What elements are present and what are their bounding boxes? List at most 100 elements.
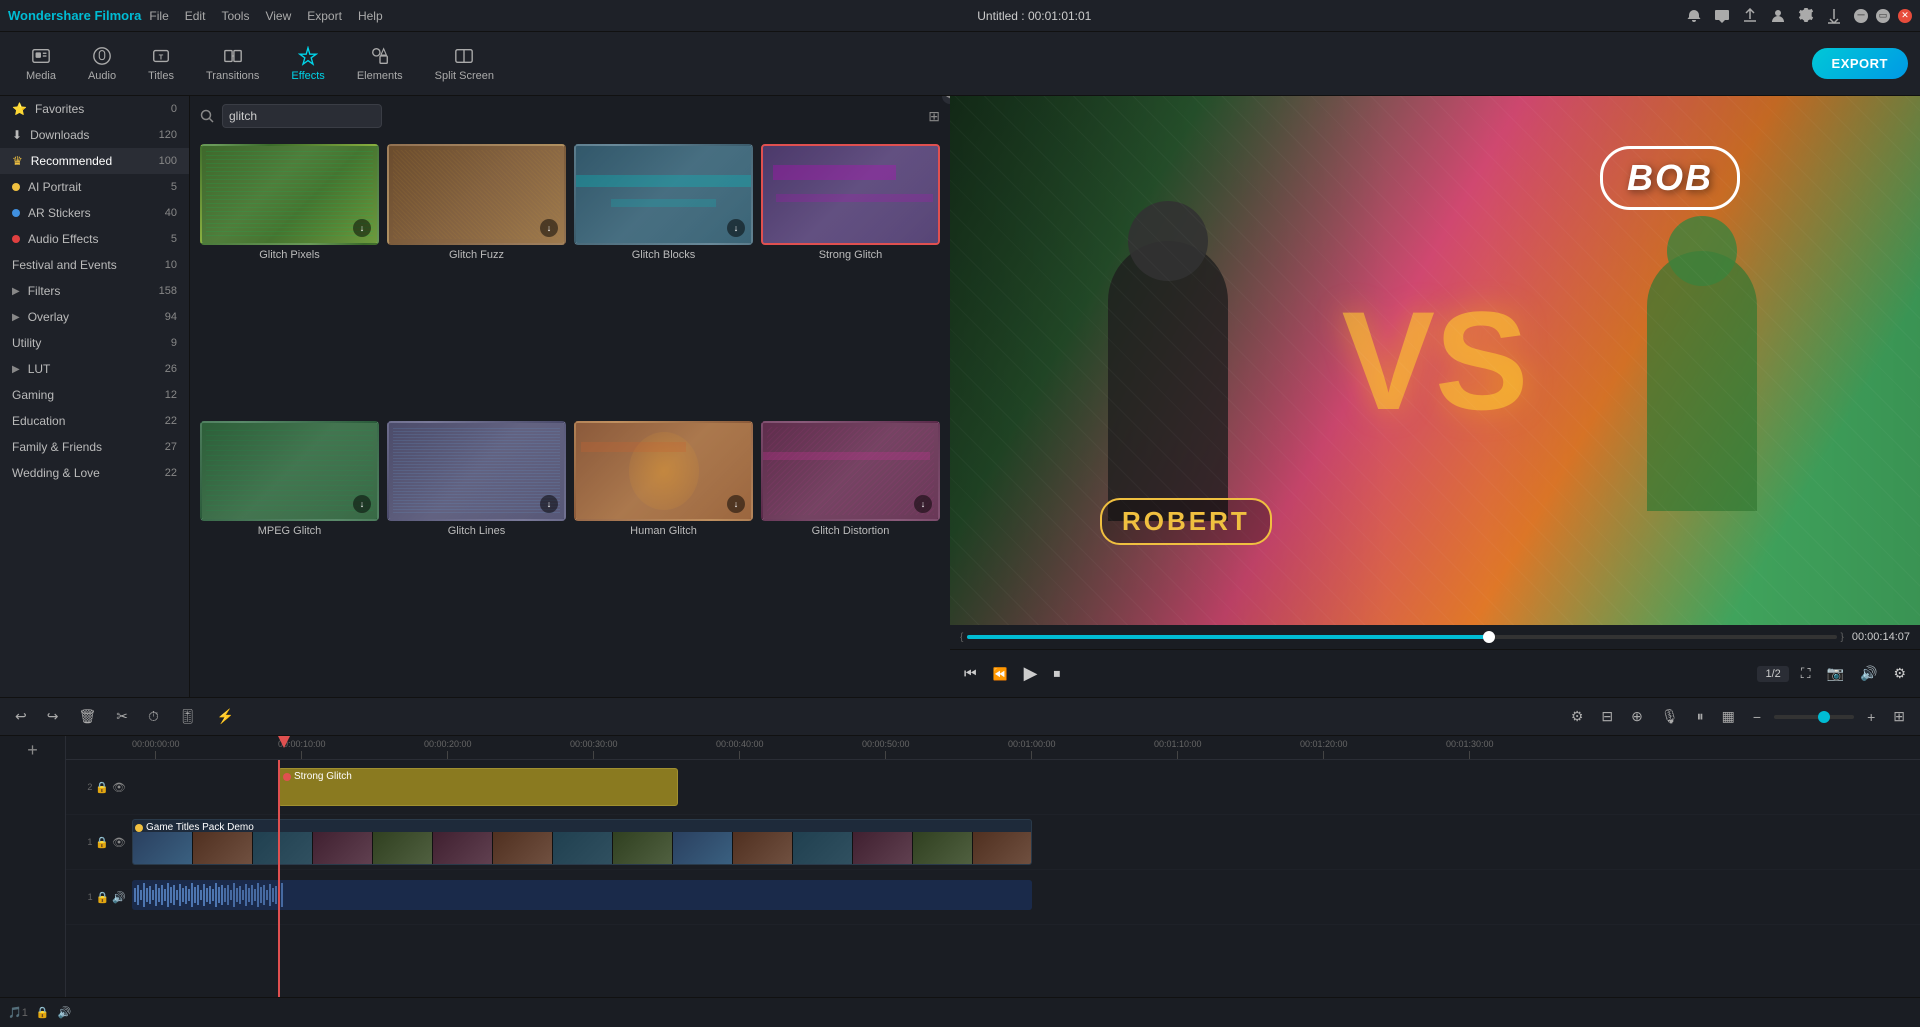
favorites-count: 0 <box>171 103 177 115</box>
tool-split-screen[interactable]: Split Screen <box>421 42 508 86</box>
preview-progress-section: { } 00:00:14:07 <box>950 625 1920 649</box>
play-button[interactable]: ▶ <box>1020 659 1042 688</box>
effect-mpeg-glitch[interactable]: ↓ MPEG Glitch <box>200 421 379 690</box>
record-button[interactable]: ⊕ <box>1626 705 1648 728</box>
preview-bob-text: BOB <box>1600 146 1740 210</box>
audio-tune-button[interactable]: 🎚 <box>174 705 202 728</box>
tool-titles[interactable]: T Titles <box>134 42 188 86</box>
tool-media[interactable]: Media <box>12 42 70 86</box>
volume-button[interactable]: 🔊 <box>1856 661 1881 686</box>
screenshot-button[interactable]: 📷 <box>1823 661 1848 686</box>
download-icon2[interactable] <box>1826 8 1842 24</box>
effect-glitch-pixels[interactable]: ↓ Glitch Pixels <box>200 144 379 413</box>
menu-export[interactable]: Export <box>307 9 342 23</box>
sidebar-item-recommended[interactable]: ♛ Recommended 100 <box>0 148 189 174</box>
cut-button[interactable]: ✂ <box>111 705 133 728</box>
timeline-settings-button[interactable]: ⚙ <box>1566 705 1589 728</box>
menu-edit[interactable]: Edit <box>185 9 206 23</box>
gaming-count: 12 <box>165 389 177 401</box>
effect-glitch-distortion[interactable]: ↓ Glitch Distortion <box>761 421 940 690</box>
sidebar-item-lut[interactable]: ▶ LUT 26 <box>0 356 189 382</box>
sidebar-item-downloads[interactable]: ⬇ Downloads 120 <box>0 122 189 148</box>
settings-icon[interactable] <box>1798 8 1814 24</box>
redo-button[interactable]: ↪ <box>42 705 64 728</box>
track-1-eye[interactable]: 👁 <box>112 836 126 849</box>
sidebar-item-audio-effects[interactable]: Audio Effects 5 <box>0 226 189 252</box>
close-button[interactable]: ✕ <box>1898 9 1912 23</box>
audio-effects-count: 5 <box>171 233 177 245</box>
menu-help[interactable]: Help <box>358 9 383 23</box>
strong-glitch-clip[interactable]: Strong Glitch <box>278 768 678 806</box>
menu-file[interactable]: File <box>149 9 168 23</box>
page-indicator[interactable]: 1/2 <box>1757 666 1788 682</box>
effect-glitch-lines[interactable]: ↓ Glitch Lines <box>387 421 566 690</box>
grid-toggle-button[interactable]: ⊞ <box>928 108 940 125</box>
sidebar-item-family-friends[interactable]: Family & Friends 27 <box>0 434 189 460</box>
zoom-in-button[interactable]: + <box>1862 706 1880 728</box>
clip-split-button[interactable]: ⊟ <box>1596 705 1618 728</box>
audio-clip[interactable] <box>132 880 1032 910</box>
add-track-button[interactable]: + <box>27 740 38 761</box>
fit-timeline-button[interactable]: ⊞ <box>1888 705 1910 728</box>
filters-label: Filters <box>28 284 61 298</box>
tool-elements[interactable]: Elements <box>343 42 417 86</box>
sidebar-item-overlay[interactable]: ▶ Overlay 94 <box>0 304 189 330</box>
track-1-lock[interactable]: 🔒 <box>95 836 109 849</box>
undo-button[interactable]: ↩ <box>10 705 32 728</box>
search-input[interactable] <box>222 104 382 128</box>
progress-bar[interactable] <box>967 635 1836 639</box>
track-2-lock[interactable]: 🔒 <box>95 781 109 794</box>
skip-back-button[interactable]: ⏮ <box>960 661 981 686</box>
menu-tools[interactable]: Tools <box>221 9 249 23</box>
game-titles-clip[interactable]: Game Titles Pack Demo <box>132 819 1032 865</box>
zoom-out-button[interactable]: − <box>1748 706 1766 728</box>
sidebar-item-ai-portrait[interactable]: AI Portrait 5 <box>0 174 189 200</box>
frame-back-button[interactable]: ⏪ <box>989 663 1012 685</box>
sidebar-item-education[interactable]: Education 22 <box>0 408 189 434</box>
tool-transitions[interactable]: Transitions <box>192 42 273 86</box>
user-icon[interactable] <box>1770 8 1786 24</box>
audio-track-lock[interactable]: 🔒 <box>96 891 110 904</box>
sidebar-item-festival-events[interactable]: Festival and Events 10 <box>0 252 189 278</box>
stop-button[interactable]: ⏹ <box>1049 661 1064 686</box>
export-button[interactable]: EXPORT <box>1812 48 1908 79</box>
notification-icon[interactable] <box>1686 8 1702 24</box>
sidebar-item-ar-stickers[interactable]: AR Stickers 40 <box>0 200 189 226</box>
settings-preview-button[interactable]: ⚙ <box>1889 661 1910 686</box>
audio-track-speaker[interactable]: 🔊 <box>112 891 126 904</box>
effect-glitch-blocks[interactable]: ↓ Glitch Blocks <box>574 144 753 413</box>
chat-icon[interactable] <box>1714 8 1730 24</box>
timeline-footer-lock[interactable]: 🔒 <box>36 1006 50 1019</box>
minimize-button[interactable]: ─ <box>1854 9 1868 23</box>
sidebar-item-utility[interactable]: Utility 9 <box>0 330 189 356</box>
tool-audio[interactable]: Audio <box>74 42 130 86</box>
effect-human-glitch[interactable]: ↓ Human Glitch <box>574 421 753 690</box>
search-bar: ⊞ <box>190 96 950 136</box>
timeline-footer-speaker[interactable]: 🔊 <box>58 1006 72 1019</box>
progress-handle[interactable] <box>1483 631 1495 643</box>
elements-icon <box>370 46 390 66</box>
menu-view[interactable]: View <box>265 9 291 23</box>
effect-glitch-fuzz[interactable]: ↓ Glitch Fuzz <box>387 144 566 413</box>
sidebar-item-filters[interactable]: ▶ Filters 158 <box>0 278 189 304</box>
track-2-eye[interactable]: 👁 <box>112 781 126 794</box>
effect-strong-glitch[interactable]: Strong Glitch <box>761 144 940 413</box>
fullscreen-button[interactable]: ⛶ <box>1797 661 1815 686</box>
timer-button[interactable]: ⏱ <box>143 705 164 728</box>
zoom-slider[interactable] <box>1774 715 1854 719</box>
speed-button[interactable]: ⚡ <box>212 705 239 728</box>
auto-caption-button[interactable]: ⏸ <box>1692 705 1709 728</box>
wedding-left: Wedding & Love <box>12 466 100 480</box>
svg-text:T: T <box>159 52 164 61</box>
split-screen-label: Split Screen <box>435 70 494 82</box>
restore-button[interactable]: ▭ <box>1876 9 1890 23</box>
overlay-arrow: ▶ <box>12 312 20 323</box>
sidebar-item-favorites[interactable]: ⭐ Favorites 0 <box>0 96 189 122</box>
sidebar-item-wedding-love[interactable]: Wedding & Love 22 <box>0 460 189 486</box>
tool-effects[interactable]: Effects <box>277 42 338 86</box>
delete-button[interactable]: 🗑 <box>73 705 101 728</box>
voice-button[interactable]: 🎙 <box>1656 705 1684 728</box>
upload-icon[interactable] <box>1742 8 1758 24</box>
sidebar-item-gaming[interactable]: Gaming 12 <box>0 382 189 408</box>
mosaic-button[interactable]: ▦ <box>1717 705 1740 728</box>
